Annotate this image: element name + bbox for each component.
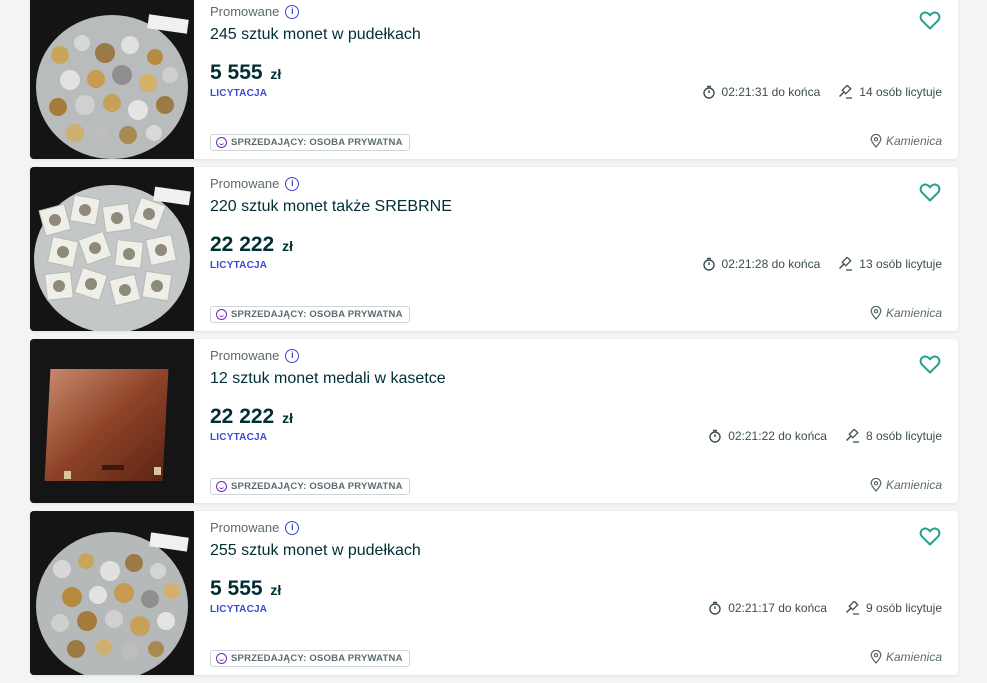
smile-icon: [216, 137, 227, 148]
location-pin-icon: [870, 478, 882, 492]
coin-holders-image: [30, 167, 194, 331]
price-value: 5 555: [210, 577, 263, 600]
listing-price: 5 555 zł: [210, 61, 281, 85]
location-pin-icon: [870, 306, 882, 320]
coins-in-bag-image: [30, 0, 194, 159]
gavel-icon: [845, 601, 859, 615]
gavel-icon: [845, 429, 859, 443]
coins-in-bag-image: [30, 511, 194, 675]
auction-meta: 02:21:22 do końca 8 osób licytuje: [708, 429, 942, 443]
currency: zł: [282, 410, 293, 426]
heart-icon[interactable]: [918, 352, 942, 376]
time-left: 02:21:28 do końca: [721, 257, 821, 271]
listing-card[interactable]: Promowane i 220 sztuk monet także SREBRN…: [30, 167, 958, 331]
timer-icon: [709, 429, 721, 443]
listing-list: Promowane i 245 sztuk monet w pudełkach …: [30, 0, 958, 683]
timer-icon: [702, 257, 715, 271]
bidders-count: 13 osób licytuje: [859, 257, 942, 271]
listing-price: 22 222 zł: [210, 233, 293, 257]
listing-photo[interactable]: [30, 0, 194, 159]
currency: zł: [270, 66, 282, 82]
listing-photo[interactable]: [30, 511, 194, 675]
info-icon[interactable]: i: [285, 520, 300, 535]
smile-icon: [216, 309, 227, 320]
currency: zł: [270, 582, 282, 598]
seller-badge: SPRZEDAJĄCY: OSOBA PRYWATNA: [210, 306, 410, 323]
listing-photo[interactable]: [30, 339, 194, 503]
seller-badge: SPRZEDAJĄCY: OSOBA PRYWATNA: [210, 650, 410, 667]
promoted-label: Promowane i: [210, 4, 300, 19]
auction-meta: 02:21:31 do końca 14 osób licytuje: [702, 85, 942, 99]
gavel-icon: [839, 257, 853, 271]
info-icon[interactable]: i: [285, 4, 300, 19]
location: Kamienica: [870, 306, 942, 320]
bidders-count: 8 osób licytuje: [865, 429, 942, 443]
timer-icon: [702, 85, 715, 99]
info-icon[interactable]: i: [285, 348, 300, 363]
auction-type-label: LICYTACJA: [210, 432, 268, 443]
bidders-count: 9 osób licytuje: [865, 601, 942, 615]
bidders-count: 14 osób licytuje: [859, 85, 942, 99]
auction-type-label: LICYTACJA: [210, 604, 268, 615]
gavel-icon: [839, 85, 853, 99]
smile-icon: [216, 481, 227, 492]
seller-badge: SPRZEDAJĄCY: OSOBA PRYWATNA: [210, 478, 410, 495]
location: Kamienica: [870, 478, 942, 492]
time-left: 02:21:31 do końca: [721, 85, 821, 99]
promoted-label: Promowane i: [210, 176, 300, 191]
listing-price: 5 555 zł: [210, 577, 281, 601]
location: Kamienica: [870, 650, 942, 664]
time-left: 02:21:17 do końca: [728, 601, 827, 615]
listing-title[interactable]: 255 sztuk monet w pudełkach: [210, 542, 421, 560]
auction-meta: 02:21:28 do końca 13 osób licytuje: [702, 257, 942, 271]
price-value: 22 222: [210, 405, 275, 428]
location-pin-icon: [870, 134, 882, 148]
info-icon[interactable]: i: [285, 176, 300, 191]
auction-type-label: LICYTACJA: [210, 260, 268, 271]
auction-type-label: LICYTACJA: [210, 88, 268, 99]
heart-icon[interactable]: [918, 8, 942, 32]
location: Kamienica: [870, 134, 942, 148]
price-value: 5 555: [210, 61, 263, 84]
listing-photo[interactable]: [30, 167, 194, 331]
heart-icon[interactable]: [918, 180, 942, 204]
listing-price: 22 222 zł: [210, 405, 293, 429]
promoted-label: Promowane i: [210, 348, 300, 363]
heart-icon[interactable]: [918, 524, 942, 548]
smile-icon: [216, 653, 227, 664]
wooden-case-image: [30, 339, 194, 503]
listing-card[interactable]: Promowane i 245 sztuk monet w pudełkach …: [30, 0, 958, 159]
listing-card[interactable]: Promowane i 255 sztuk monet w pudełkach …: [30, 511, 958, 675]
time-left: 02:21:22 do końca: [728, 429, 827, 443]
currency: zł: [282, 238, 293, 254]
listing-title[interactable]: 220 sztuk monet także SREBRNE: [210, 198, 452, 216]
price-value: 22 222: [210, 233, 275, 256]
location-pin-icon: [870, 650, 882, 664]
seller-badge: SPRZEDAJĄCY: OSOBA PRYWATNA: [210, 134, 410, 151]
auction-meta: 02:21:17 do końca 9 osób licytuje: [708, 601, 942, 615]
promoted-label: Promowane i: [210, 520, 300, 535]
listing-title[interactable]: 245 sztuk monet w pudełkach: [210, 26, 421, 44]
listing-card[interactable]: Promowane i 12 sztuk monet medali w kase…: [30, 339, 958, 503]
timer-icon: [709, 601, 721, 615]
listing-title[interactable]: 12 sztuk monet medali w kasetce: [210, 370, 446, 388]
